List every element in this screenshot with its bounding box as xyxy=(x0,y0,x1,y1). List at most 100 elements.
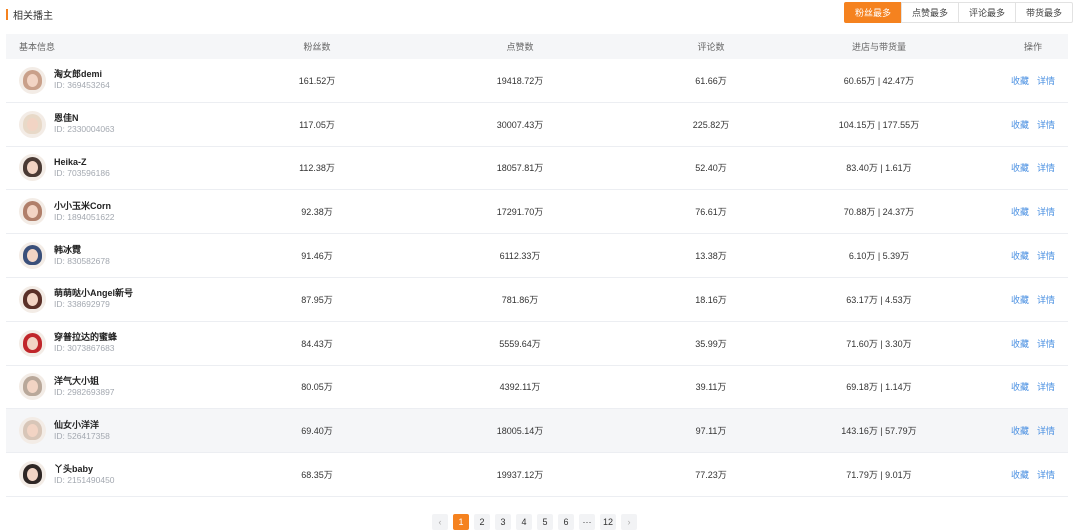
prev-page-button[interactable]: ‹ xyxy=(432,514,448,530)
cell-sales: 71.60万 | 3.30万 xyxy=(846,338,912,349)
favorite-link[interactable]: 收藏 xyxy=(1011,382,1029,392)
streamer-name[interactable]: 丫头baby xyxy=(54,464,115,475)
cell-comments: 35.99万 xyxy=(695,338,727,349)
avatar[interactable] xyxy=(19,154,46,182)
cell-fans: 112.38万 xyxy=(299,163,335,174)
cell-comments: 52.40万 xyxy=(695,163,727,174)
cell-sales: 6.10万 | 5.39万 xyxy=(848,251,910,262)
page-button-12[interactable]: 12 xyxy=(600,514,616,530)
streamer-name[interactable]: Heika-Z xyxy=(54,157,110,168)
favorite-link[interactable]: 收藏 xyxy=(1011,426,1029,436)
cell-ops: 收藏 详情 xyxy=(998,468,1068,481)
cell-likes: 5559.64万 xyxy=(499,338,541,349)
cell-ops: 收藏 详情 xyxy=(998,293,1068,306)
id-value: 2151490450 xyxy=(67,474,115,485)
cell-ops: 收藏 详情 xyxy=(998,74,1068,87)
id-prefix: ID: xyxy=(54,386,65,397)
col-header-sales: 进店与带货量 xyxy=(851,42,906,52)
table-row: 萌萌哒小Angel新号 ID: 338692979 87.95万 781.86万… xyxy=(6,278,1068,322)
streamer-name[interactable]: 小小玉米Corn xyxy=(54,201,115,212)
cell-likes: 30007.43万 xyxy=(496,119,544,130)
cell-info: 淘女郎demi ID: 369453264 xyxy=(6,66,256,94)
cell-ops: 收藏 详情 xyxy=(998,205,1068,218)
cell-likes: 18005.14万 xyxy=(496,426,544,437)
avatar-face xyxy=(27,468,38,482)
avatar[interactable] xyxy=(19,242,46,270)
cell-info: 穿普拉达的蜜蜂 ID: 3073867683 xyxy=(6,329,256,357)
avatar[interactable] xyxy=(19,417,46,445)
favorite-link[interactable]: 收藏 xyxy=(1011,76,1029,86)
id-prefix: ID: xyxy=(54,474,65,485)
page-button-3[interactable]: 3 xyxy=(495,514,511,530)
avatar[interactable] xyxy=(19,329,46,357)
favorite-link[interactable]: 收藏 xyxy=(1011,120,1029,130)
sort-tab-sales[interactable]: 带货最多 xyxy=(1014,2,1073,23)
cell-info: 洋气大小姐 ID: 2982693897 xyxy=(6,373,256,401)
table-row: 仙女小洋洋 ID: 526417358 69.40万 18005.14万 97.… xyxy=(6,409,1068,454)
favorite-link[interactable]: 收藏 xyxy=(1011,470,1029,480)
id-prefix: ID: xyxy=(54,124,65,135)
detail-link[interactable]: 详情 xyxy=(1037,163,1055,173)
streamer-name[interactable]: 仙女小洋洋 xyxy=(54,420,110,431)
id-value: 2982693897 xyxy=(67,386,115,397)
page-button-6[interactable]: 6 xyxy=(558,514,574,530)
page-button-1[interactable]: 1 xyxy=(453,514,469,530)
avatar[interactable] xyxy=(19,461,46,489)
streamer-id: ID: 703596186 xyxy=(54,168,110,179)
title-accent-bar xyxy=(6,9,8,20)
sort-tab-likes[interactable]: 点赞最多 xyxy=(900,2,959,23)
detail-link[interactable]: 详情 xyxy=(1037,207,1055,217)
cell-sales: 60.65万 | 42.47万 xyxy=(843,75,915,86)
streamer-name[interactable]: 淘女郎demi xyxy=(54,69,110,80)
page-button-2[interactable]: 2 xyxy=(474,514,490,530)
detail-link[interactable]: 详情 xyxy=(1037,251,1055,261)
avatar-face xyxy=(27,336,38,350)
avatar[interactable] xyxy=(19,285,46,313)
sort-tab-comments[interactable]: 评论最多 xyxy=(957,2,1016,23)
page-button-4[interactable]: 4 xyxy=(516,514,532,530)
streamer-name[interactable]: 穿普拉达的蜜蜂 xyxy=(54,332,117,343)
id-value: 830582678 xyxy=(67,255,110,266)
cell-sales: 63.17万 | 4.53万 xyxy=(846,294,912,305)
sort-tab-fans[interactable]: 粉丝最多 xyxy=(843,2,902,23)
avatar[interactable] xyxy=(19,373,46,401)
favorite-link[interactable]: 收藏 xyxy=(1011,295,1029,305)
detail-link[interactable]: 详情 xyxy=(1037,76,1055,86)
cell-ops: 收藏 详情 xyxy=(998,337,1068,350)
cell-comments: 77.23万 xyxy=(695,470,727,481)
cell-info: 丫头baby ID: 2151490450 xyxy=(6,461,256,489)
cell-info: 小小玉米Corn ID: 1894051622 xyxy=(6,198,256,226)
streamer-name[interactable]: 恩佳N xyxy=(54,113,115,124)
cell-likes: 6112.33万 xyxy=(499,251,541,262)
detail-link[interactable]: 详情 xyxy=(1037,470,1055,480)
favorite-link[interactable]: 收藏 xyxy=(1011,163,1029,173)
detail-link[interactable]: 详情 xyxy=(1037,339,1055,349)
cell-likes: 18057.81万 xyxy=(496,163,544,174)
next-page-button[interactable]: › xyxy=(621,514,637,530)
streamer-name[interactable]: 韩冰霓 xyxy=(54,245,110,256)
detail-link[interactable]: 详情 xyxy=(1037,382,1055,392)
streamer-name[interactable]: 洋气大小姐 xyxy=(54,376,115,387)
id-value: 2330004063 xyxy=(67,124,115,135)
name-block: 小小玉米Corn ID: 1894051622 xyxy=(54,201,115,223)
id-prefix: ID: xyxy=(54,343,65,354)
id-prefix: ID: xyxy=(54,299,65,310)
favorite-link[interactable]: 收藏 xyxy=(1011,207,1029,217)
cell-likes: 781.86万 xyxy=(501,294,539,305)
detail-link[interactable]: 详情 xyxy=(1037,120,1055,130)
streamer-id: ID: 526417358 xyxy=(54,431,110,442)
cell-likes: 17291.70万 xyxy=(496,207,544,218)
favorite-link[interactable]: 收藏 xyxy=(1011,339,1029,349)
detail-link[interactable]: 详情 xyxy=(1037,426,1055,436)
favorite-link[interactable]: 收藏 xyxy=(1011,251,1029,261)
avatar[interactable] xyxy=(19,198,46,226)
streamer-name[interactable]: 萌萌哒小Angel新号 xyxy=(54,288,133,299)
cell-info: 仙女小洋洋 ID: 526417358 xyxy=(6,417,256,445)
avatar[interactable] xyxy=(19,110,46,138)
detail-link[interactable]: 详情 xyxy=(1037,295,1055,305)
section-title: 相关播主 xyxy=(13,11,53,22)
cell-fans: 161.52万 xyxy=(298,75,336,86)
page-button-5[interactable]: 5 xyxy=(537,514,553,530)
cell-sales: 70.88万 | 24.37万 xyxy=(843,207,915,218)
avatar[interactable] xyxy=(19,66,46,94)
